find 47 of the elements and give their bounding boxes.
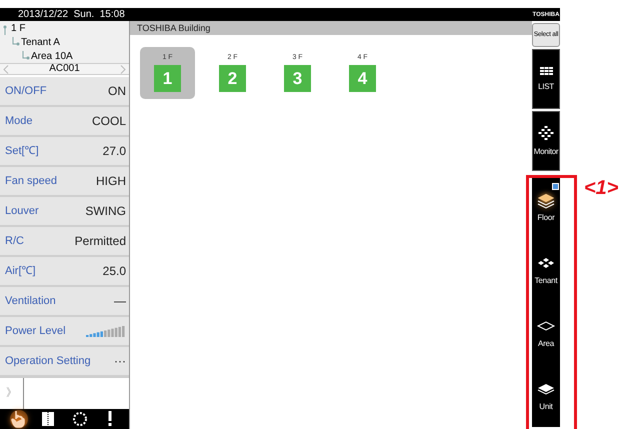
view-button[interactable]: LIST bbox=[532, 49, 560, 109]
annotation-label: <1> bbox=[584, 178, 618, 198]
setting-value: ··· bbox=[114, 353, 126, 370]
setting-label: Operation Setting bbox=[5, 354, 91, 369]
setting-row[interactable]: R/C Permitted bbox=[0, 227, 129, 257]
setting-value: HIGH bbox=[96, 173, 126, 190]
setting-value: 27.0 bbox=[102, 143, 126, 160]
setting-label: Ventilation bbox=[5, 294, 56, 309]
setting-label: ON/OFF bbox=[5, 84, 47, 99]
level-button[interactable]: Floor bbox=[532, 175, 560, 238]
setting-row[interactable]: Operation Setting ··· bbox=[0, 347, 129, 377]
diamond-grid-icon bbox=[537, 126, 555, 140]
setting-value: 25.0 bbox=[102, 263, 126, 280]
grid-list-icon bbox=[540, 67, 552, 75]
setting-row[interactable]: Ventilation — bbox=[0, 287, 129, 317]
setting-row[interactable]: Power Level bbox=[0, 317, 129, 347]
setting-label: Fan speed bbox=[5, 174, 57, 189]
building-title: TOSHIBA Building bbox=[130, 21, 532, 35]
checked-checkbox[interactable] bbox=[552, 183, 559, 190]
setting-value: ON bbox=[108, 83, 126, 100]
tree-item[interactable]: Tenant A bbox=[21, 36, 60, 50]
setting-value: COOL bbox=[92, 113, 126, 130]
setting-label: Air[℃] bbox=[5, 264, 36, 279]
setting-value: — bbox=[114, 293, 126, 310]
setting-row[interactable]: Mode COOL bbox=[0, 107, 129, 137]
setting-label: Set[℃] bbox=[5, 144, 39, 159]
unit-name: AC001 bbox=[49, 64, 80, 74]
level-button[interactable]: Area bbox=[532, 301, 560, 364]
tree-item[interactable]: 1 F bbox=[11, 22, 26, 36]
setting-value: SWING bbox=[85, 203, 126, 220]
level-button[interactable]: Tenant bbox=[532, 238, 560, 301]
setting-label: Mode bbox=[5, 114, 33, 129]
setting-label: R/C bbox=[5, 234, 24, 249]
setting-row[interactable]: Louver SWING bbox=[0, 197, 129, 227]
tree-item[interactable]: Area 10A bbox=[31, 50, 73, 64]
layers-icon bbox=[536, 192, 556, 208]
setting-row[interactable]: Fan speed HIGH bbox=[0, 167, 129, 197]
hand-icon[interactable] bbox=[9, 409, 30, 429]
level-button[interactable]: Unit bbox=[532, 364, 560, 427]
setting-label: Power Level bbox=[5, 324, 66, 339]
date-time: 2013/12/22 Sun. 15:08 bbox=[17, 10, 126, 20]
setting-row[interactable]: Set[℃] 27.0 bbox=[0, 137, 129, 167]
setting-row[interactable]: ON/OFF ON bbox=[0, 77, 129, 107]
view-button[interactable]: Monitor bbox=[532, 111, 560, 171]
setting-value: Permitted bbox=[74, 233, 126, 250]
setting-row[interactable]: Air[℃] 25.0 bbox=[0, 257, 129, 287]
setting-label: Louver bbox=[5, 204, 39, 219]
